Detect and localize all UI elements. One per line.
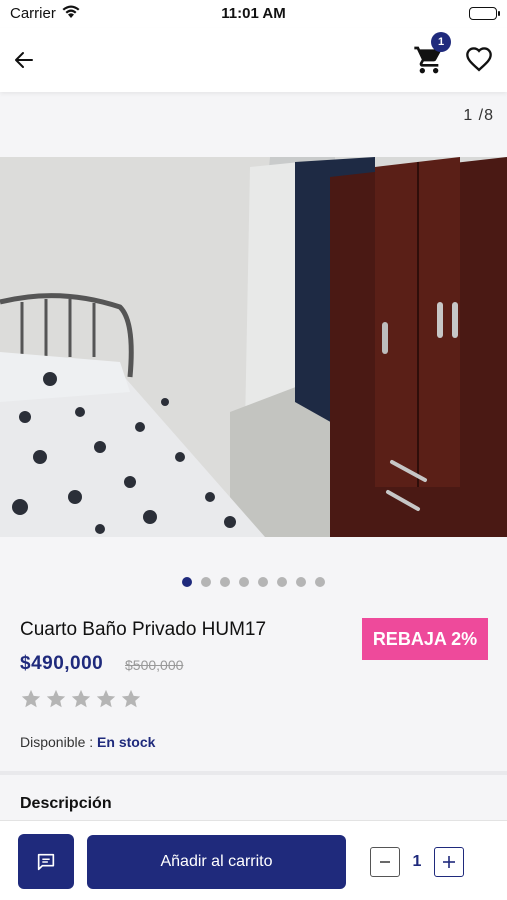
pager-dot[interactable] [277, 577, 287, 587]
plus-icon [443, 856, 455, 868]
cart-button[interactable]: 1 [413, 32, 451, 76]
decrease-quantity-button[interactable] [370, 847, 400, 877]
star-icon[interactable] [120, 688, 142, 710]
star-icon[interactable] [45, 688, 67, 710]
increase-quantity-button[interactable] [434, 847, 464, 877]
back-button[interactable] [10, 46, 38, 74]
chat-button[interactable] [18, 834, 74, 889]
star-icon[interactable] [70, 688, 92, 710]
pager-dot[interactable] [182, 577, 192, 587]
image-counter: 1 /8 [463, 107, 494, 124]
arrow-left-icon [15, 52, 33, 68]
availability-label: Disponible : [20, 734, 94, 750]
rating-stars[interactable] [20, 688, 142, 710]
quantity-value: 1 [412, 853, 422, 870]
image-pager[interactable] [0, 577, 507, 587]
cart-count-badge: 1 [431, 32, 451, 52]
clock: 11:01 AM [221, 5, 286, 22]
nav-bar: 1 [0, 28, 507, 92]
heart-icon [466, 47, 492, 72]
star-icon[interactable] [95, 688, 117, 710]
product-image[interactable] [0, 157, 507, 537]
pager-dot[interactable] [315, 577, 325, 587]
product-price: $490,000 [20, 653, 104, 674]
favorite-button[interactable] [465, 46, 493, 74]
availability-status: En stock [97, 734, 156, 750]
sale-badge: REBAJA 2% [362, 618, 488, 660]
section-divider [0, 771, 507, 775]
pager-dot[interactable] [201, 577, 211, 587]
pager-dot[interactable] [220, 577, 230, 587]
quantity-stepper: 1 [370, 847, 464, 877]
product-title: Cuarto Baño Privado HUM17 [20, 619, 267, 640]
pager-dot[interactable] [239, 577, 249, 587]
description-heading: Descripción [20, 795, 112, 812]
chat-icon [37, 853, 55, 870]
original-price: $500,000 [125, 657, 184, 673]
battery-icon [469, 7, 500, 20]
star-icon[interactable] [20, 688, 42, 710]
availability: Disponible : En stock [20, 734, 155, 750]
pager-dot[interactable] [258, 577, 268, 587]
add-to-cart-button[interactable]: Añadir al carrito [87, 835, 346, 889]
pager-dot[interactable] [296, 577, 306, 587]
minus-icon [380, 861, 390, 863]
status-bar: Carrier 11:01 AM [0, 0, 507, 28]
bottom-action-bar: Añadir al carrito 1 [0, 820, 507, 900]
